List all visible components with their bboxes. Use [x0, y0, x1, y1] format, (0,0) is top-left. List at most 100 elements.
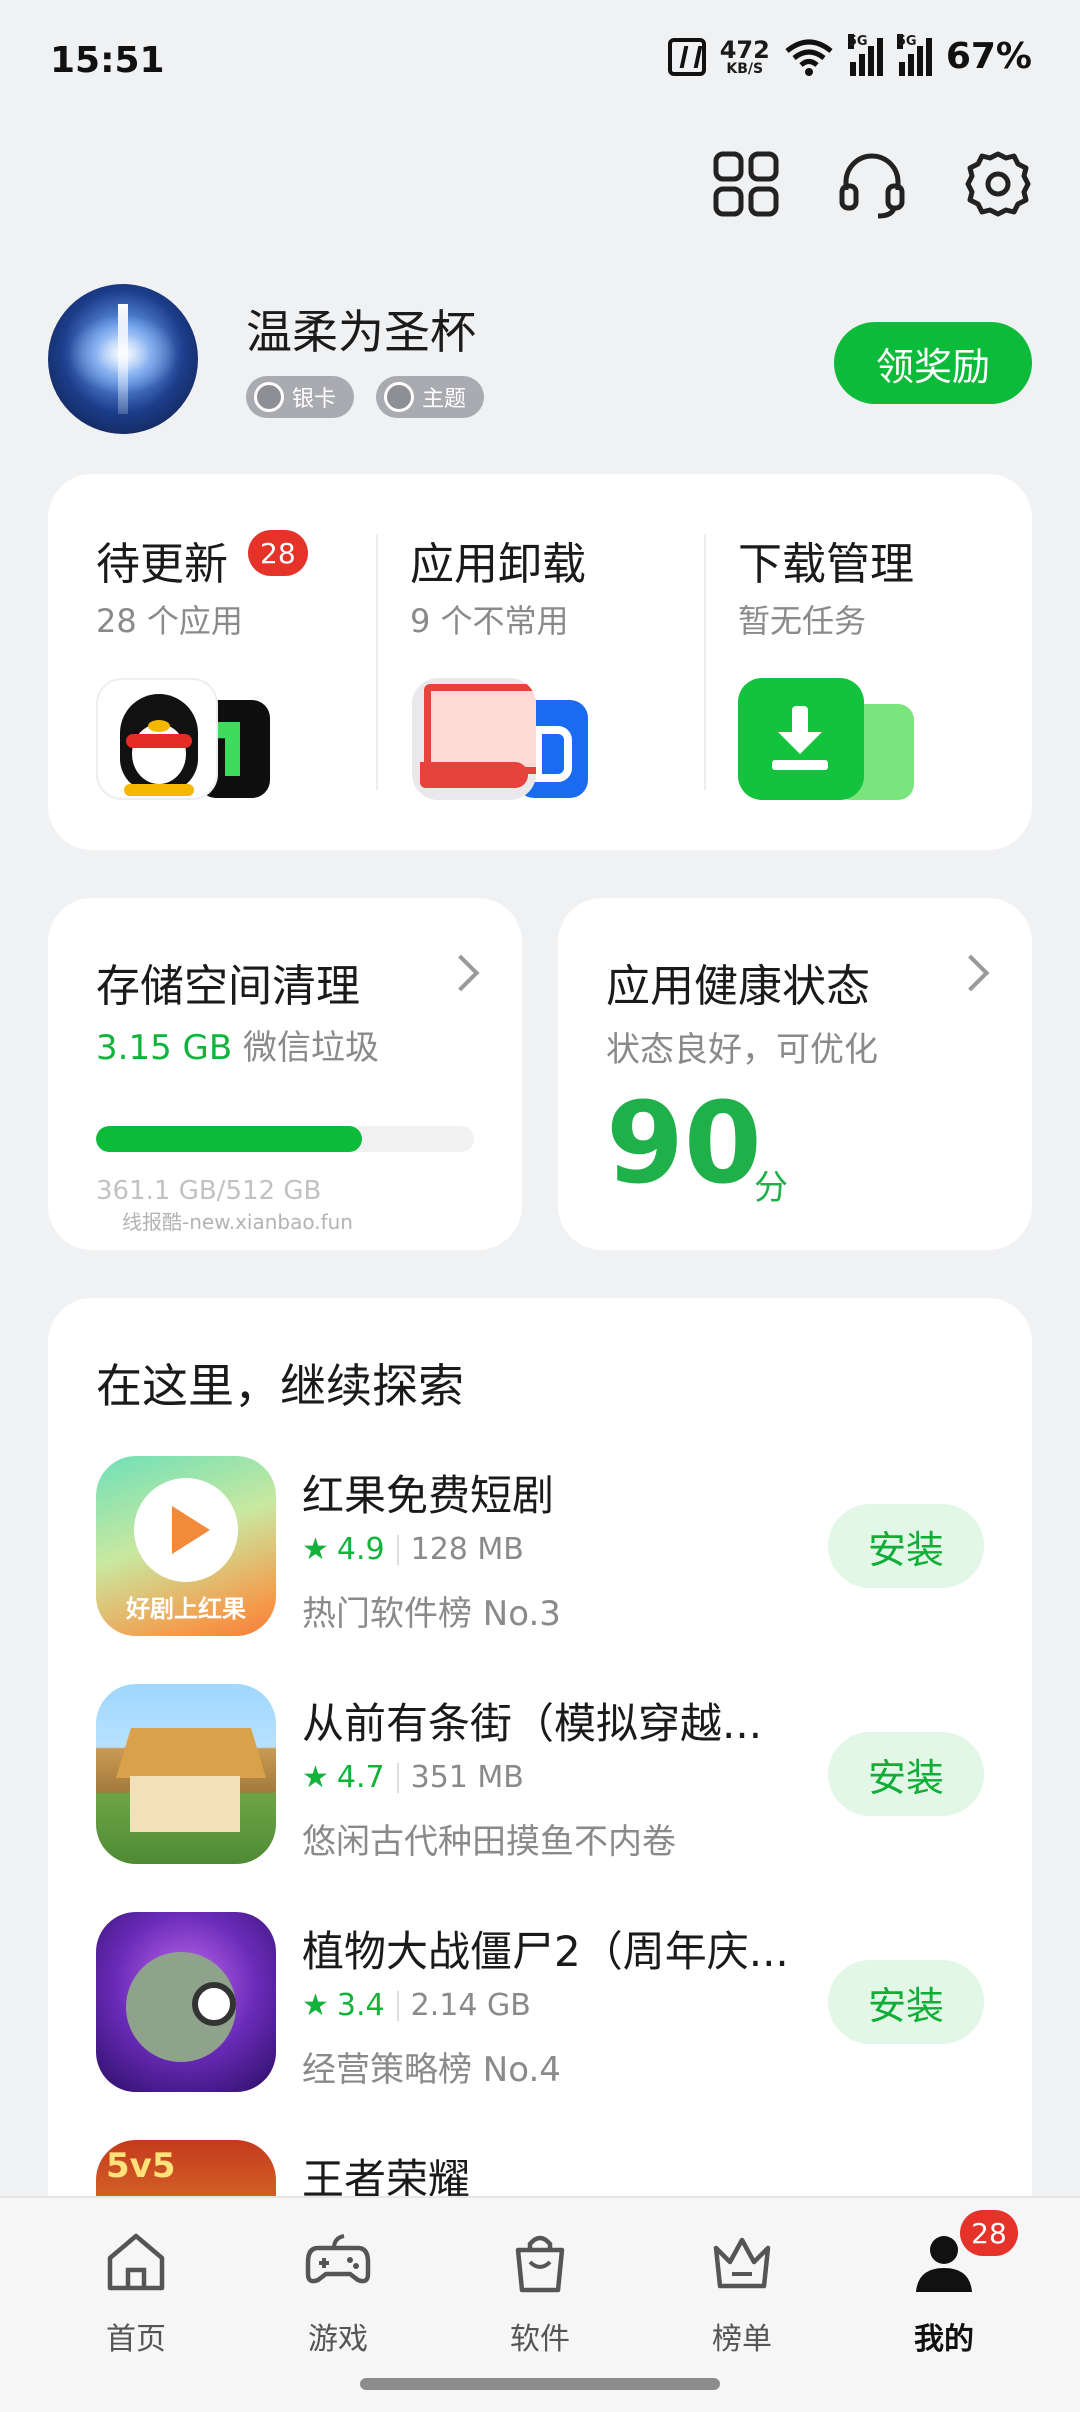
- app-meta: ★ 3.4 2.14 GB: [302, 1988, 531, 2023]
- download-icon: [738, 678, 864, 800]
- wifi-icon: [784, 37, 834, 77]
- app-health-title: 应用健康状态: [606, 961, 870, 1012]
- app-health-subtitle: 状态良好，可优化: [606, 1030, 878, 1070]
- divider: [396, 1990, 399, 2021]
- badge-theme[interactable]: 主题: [376, 376, 485, 418]
- app-description: 经营策略榜 No.4: [302, 2050, 561, 2090]
- status-time: 15:51: [50, 40, 165, 81]
- app-name: 从前有条街（模拟穿越...: [302, 1699, 763, 1748]
- chevron-right-icon: [442, 954, 480, 992]
- gamepad-icon: [305, 2234, 371, 2284]
- watermark: 线报酷-new.xianbao.fun: [122, 1210, 353, 1234]
- app-rating: 4.7: [336, 1760, 385, 1795]
- play-icon: [134, 1478, 238, 1582]
- zombie-game-app-icon: [96, 1912, 276, 2092]
- badge-silver-label: 银卡: [292, 387, 337, 412]
- shopping-bag-icon: [515, 2235, 565, 2293]
- app-size: 351 MB: [410, 1760, 524, 1795]
- nav-software[interactable]: 软件: [440, 2228, 640, 2358]
- install-button[interactable]: 安装: [828, 1960, 984, 2044]
- nav-games[interactable]: 游戏: [238, 2228, 438, 2358]
- username[interactable]: 温柔为圣杯: [246, 296, 476, 362]
- app-description: 悠闲古代种田摸鱼不内卷: [302, 1822, 676, 1862]
- icon-caption: 好剧上红果: [126, 1595, 246, 1623]
- nav-mine-label: 我的: [914, 2322, 974, 2357]
- nav-mine[interactable]: 28 我的: [844, 2210, 1044, 2358]
- headset-icon[interactable]: [836, 148, 908, 220]
- home-indicator[interactable]: [360, 2378, 720, 2390]
- qq-penguin-icon: [96, 678, 218, 800]
- storage-junk-line: 3.15 GB 微信垃圾: [96, 1020, 379, 1069]
- status-bar: 15:51 472 KB/S 5G 5G 67%: [0, 0, 1080, 120]
- nfc-icon: [667, 37, 706, 76]
- install-button[interactable]: 安装: [828, 1504, 984, 1588]
- home-icon: [107, 2233, 165, 2291]
- junk-size: 3.15 GB: [96, 1028, 233, 1068]
- sim2-tech: 5G: [896, 33, 917, 49]
- signal-sim1-icon: 5G: [847, 33, 883, 76]
- badge-theme-label: 主题: [422, 387, 467, 412]
- junk-label: 微信垃圾: [232, 1028, 379, 1068]
- storage-capacity: 361.1 GB/512 GB: [96, 1176, 322, 1206]
- storage-cleanup-title: 存储空间清理: [96, 961, 360, 1012]
- silver-card-icon: [254, 382, 284, 412]
- download-management-subtitle: 暂无任务: [738, 602, 867, 640]
- star-icon: ★: [302, 1532, 329, 1567]
- storage-usage-bar: [96, 1126, 474, 1152]
- app-size: 128 MB: [410, 1532, 524, 1567]
- list-item[interactable]: 植物大战僵尸2（周年庆... ★ 3.4 2.14 GB 经营策略榜 No.4 …: [96, 1912, 984, 2096]
- claim-reward-button[interactable]: 领奖励: [834, 322, 1032, 404]
- app-name: 植物大战僵尸2（周年庆...: [302, 1927, 789, 1976]
- badge-silver-card[interactable]: 银卡: [246, 376, 355, 418]
- app-size: 2.14 GB: [410, 1988, 531, 2023]
- battery-level: 67%: [945, 36, 1032, 77]
- hongguo-app-icon: 好剧上红果: [96, 1456, 276, 1636]
- star-icon: ★: [302, 1760, 329, 1795]
- settings-gear-icon[interactable]: [962, 148, 1034, 220]
- apps-grid-icon[interactable]: [710, 148, 782, 220]
- nav-mine-badge: 28: [960, 2210, 1018, 2256]
- status-icons: 472 KB/S 5G 5G 67%: [667, 33, 1032, 77]
- download-management-section[interactable]: 下载管理 暂无任务: [704, 474, 1032, 850]
- sim1-tech: 5G: [847, 33, 868, 49]
- icon-caption: 5v5: [106, 2146, 176, 2186]
- nav-games-label: 游戏: [308, 2322, 368, 2357]
- health-score-unit: 分: [754, 1168, 788, 1208]
- theme-v-icon: [384, 382, 414, 412]
- app-uninstall-title: 应用卸载: [410, 539, 586, 590]
- divider: [396, 1534, 399, 1565]
- pending-updates-section[interactable]: 待更新 28 28 个应用: [48, 474, 376, 850]
- health-score: 90: [606, 1079, 762, 1209]
- download-management-title: 下载管理: [738, 539, 914, 590]
- chevron-right-icon: [952, 954, 990, 992]
- nav-home-label: 首页: [106, 2322, 166, 2357]
- crown-icon: [713, 2237, 771, 2289]
- network-speed-value: 472: [719, 35, 770, 64]
- install-button[interactable]: 安装: [828, 1732, 984, 1816]
- signal-sim2-icon: 5G: [896, 33, 932, 76]
- divider: [396, 1762, 399, 1793]
- avatar[interactable]: [48, 284, 198, 434]
- nav-rankings[interactable]: 榜单: [642, 2228, 842, 2358]
- app-name: 红果免费短剧: [302, 1471, 555, 1520]
- list-item[interactable]: 好剧上红果 红果免费短剧 ★ 4.9 128 MB 热门软件榜 No.3 安装: [96, 1456, 984, 1640]
- update-count-badge: 28: [248, 530, 308, 576]
- app-rating: 4.9: [336, 1532, 385, 1567]
- storage-cleanup-card[interactable]: 存储空间清理 3.15 GB 微信垃圾 361.1 GB/512 GB 线报酷-…: [48, 898, 522, 1250]
- app-meta: ★ 4.7 351 MB: [302, 1760, 524, 1795]
- app-uninstall-section[interactable]: 应用卸载 9 个不常用: [376, 474, 704, 850]
- app-description: 热门软件榜 No.3: [302, 1594, 561, 1634]
- explore-title: 在这里，继续探索: [96, 1359, 464, 1413]
- network-speed-unit: KB/S: [726, 60, 764, 77]
- top-actions: [680, 148, 1080, 220]
- list-item[interactable]: 从前有条街（模拟穿越... ★ 4.7 351 MB 悠闲古代种田摸鱼不内卷 安…: [96, 1684, 984, 1868]
- nav-home[interactable]: 首页: [36, 2228, 236, 2358]
- app-rating: 3.4: [336, 1988, 385, 2023]
- app-meta: ★ 4.9 128 MB: [302, 1532, 524, 1567]
- app-health-card[interactable]: 应用健康状态 状态良好，可优化 90 分: [558, 898, 1032, 1250]
- star-icon: ★: [302, 1988, 329, 2023]
- pending-updates-subtitle: 28 个应用: [96, 602, 243, 640]
- nav-rankings-label: 榜单: [712, 2322, 772, 2357]
- app-uninstall-subtitle: 9 个不常用: [410, 602, 569, 640]
- pending-updates-title: 待更新: [96, 539, 228, 590]
